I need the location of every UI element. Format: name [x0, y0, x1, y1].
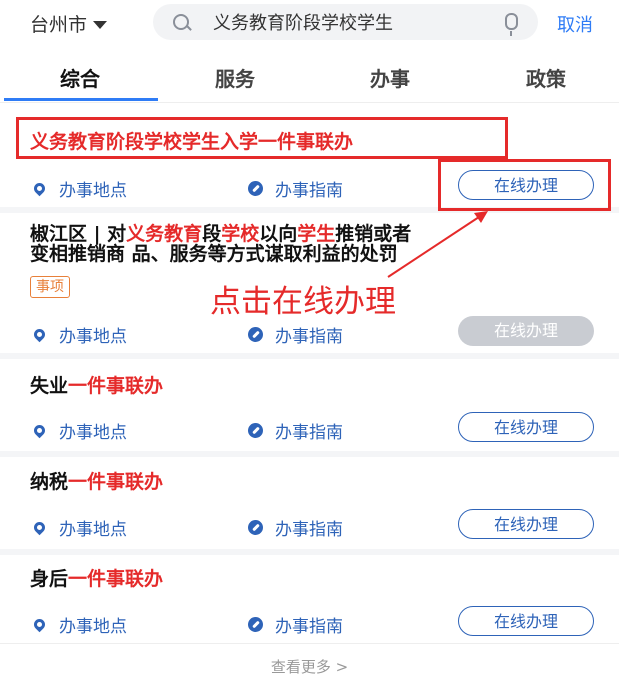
tab-policy[interactable]: 政策: [486, 63, 606, 92]
caret-down-icon: [93, 20, 108, 29]
item-tag: 事项: [30, 276, 70, 298]
active-tab-indicator: [4, 98, 158, 101]
result-card: 身后一件事联办 办事地点 办事指南 在线办理: [0, 555, 619, 645]
guide-link[interactable]: 办事指南: [248, 612, 343, 637]
city-selector[interactable]: 台州市: [30, 10, 108, 37]
guide-link[interactable]: 办事指南: [248, 418, 343, 443]
search-box[interactable]: [153, 4, 538, 40]
highlight-box-button: [438, 159, 611, 211]
title-highlight: 一件事联办: [68, 375, 164, 397]
microphone-icon[interactable]: [505, 13, 518, 36]
view-more-link[interactable]: 查看更多 >: [0, 656, 619, 677]
result-actions: 办事地点 办事指南 在线办理: [30, 412, 600, 443]
tab-affairs[interactable]: 办事: [330, 63, 450, 92]
online-handle-button[interactable]: 在线办理: [458, 606, 594, 636]
online-handle-button-disabled: 在线办理: [458, 316, 594, 346]
location-link[interactable]: 办事地点: [31, 176, 127, 201]
tab-services[interactable]: 服务: [175, 63, 295, 92]
result-card: 失业一件事联办 办事地点 办事指南 在线办理: [0, 359, 619, 457]
title-text: 失业: [30, 375, 69, 397]
guide-label: 办事指南: [275, 617, 343, 637]
result-card: 纳税一件事联办 办事地点 办事指南 在线办理: [0, 457, 619, 555]
result-actions: 办事地点 办事指南 在线办理: [30, 606, 600, 637]
result-actions: 办事地点 办事指南 在线办理: [30, 509, 600, 540]
location-label: 办事地点: [59, 423, 127, 443]
guide-link[interactable]: 办事指南: [248, 515, 343, 540]
compass-icon: [248, 520, 263, 535]
location-label: 办事地点: [59, 181, 127, 201]
divider: [0, 643, 619, 644]
location-link[interactable]: 办事地点: [31, 418, 127, 443]
location-pin-icon: [31, 616, 48, 633]
annotation-arrow-icon: [387, 211, 488, 278]
location-pin-icon: [31, 519, 48, 536]
location-label: 办事地点: [59, 327, 127, 347]
guide-label: 办事指南: [275, 423, 343, 443]
location-pin-icon: [31, 326, 48, 343]
city-label: 台州市: [30, 14, 88, 36]
tab-bar: 综合 服务 办事 政策: [0, 48, 619, 103]
location-label: 办事地点: [59, 617, 127, 637]
search-input[interactable]: [213, 10, 483, 34]
guide-label: 办事指南: [275, 520, 343, 540]
title-text: 身后: [30, 568, 69, 590]
search-icon: [173, 14, 189, 30]
online-handle-button[interactable]: 在线办理: [458, 412, 594, 442]
guide-label: 办事指南: [275, 327, 343, 347]
location-pin-icon: [31, 422, 48, 439]
top-bar: 台州市 取消: [0, 0, 619, 48]
compass-icon: [248, 327, 263, 342]
online-handle-button[interactable]: 在线办理: [458, 509, 594, 539]
result-title[interactable]: 身后一件事联办: [30, 564, 163, 591]
title-highlight: 一件事联办: [68, 568, 164, 590]
cancel-button[interactable]: 取消: [557, 11, 593, 37]
location-link[interactable]: 办事地点: [31, 612, 127, 637]
result-title-line2[interactable]: 变相推销商 品、服务等方式谋取利益的处罚: [30, 239, 398, 266]
title-text: 纳税: [30, 471, 69, 493]
location-link[interactable]: 办事地点: [31, 322, 127, 347]
result-title[interactable]: 失业一件事联办: [30, 371, 163, 398]
result-title[interactable]: 纳税一件事联办: [30, 467, 163, 494]
guide-link[interactable]: 办事指南: [248, 322, 343, 347]
title-highlight: 一件事联办: [68, 471, 164, 493]
compass-icon: [248, 181, 263, 196]
location-pin-icon: [31, 180, 48, 197]
annotation-text: 点击在线办理: [210, 284, 396, 320]
location-label: 办事地点: [59, 520, 127, 540]
compass-icon: [248, 423, 263, 438]
location-link[interactable]: 办事地点: [31, 515, 127, 540]
tab-comprehensive[interactable]: 综合: [20, 63, 140, 92]
compass-icon: [248, 617, 263, 632]
guide-link[interactable]: 办事指南: [248, 176, 343, 201]
highlight-box-title: [16, 117, 508, 159]
guide-label: 办事指南: [275, 181, 343, 201]
